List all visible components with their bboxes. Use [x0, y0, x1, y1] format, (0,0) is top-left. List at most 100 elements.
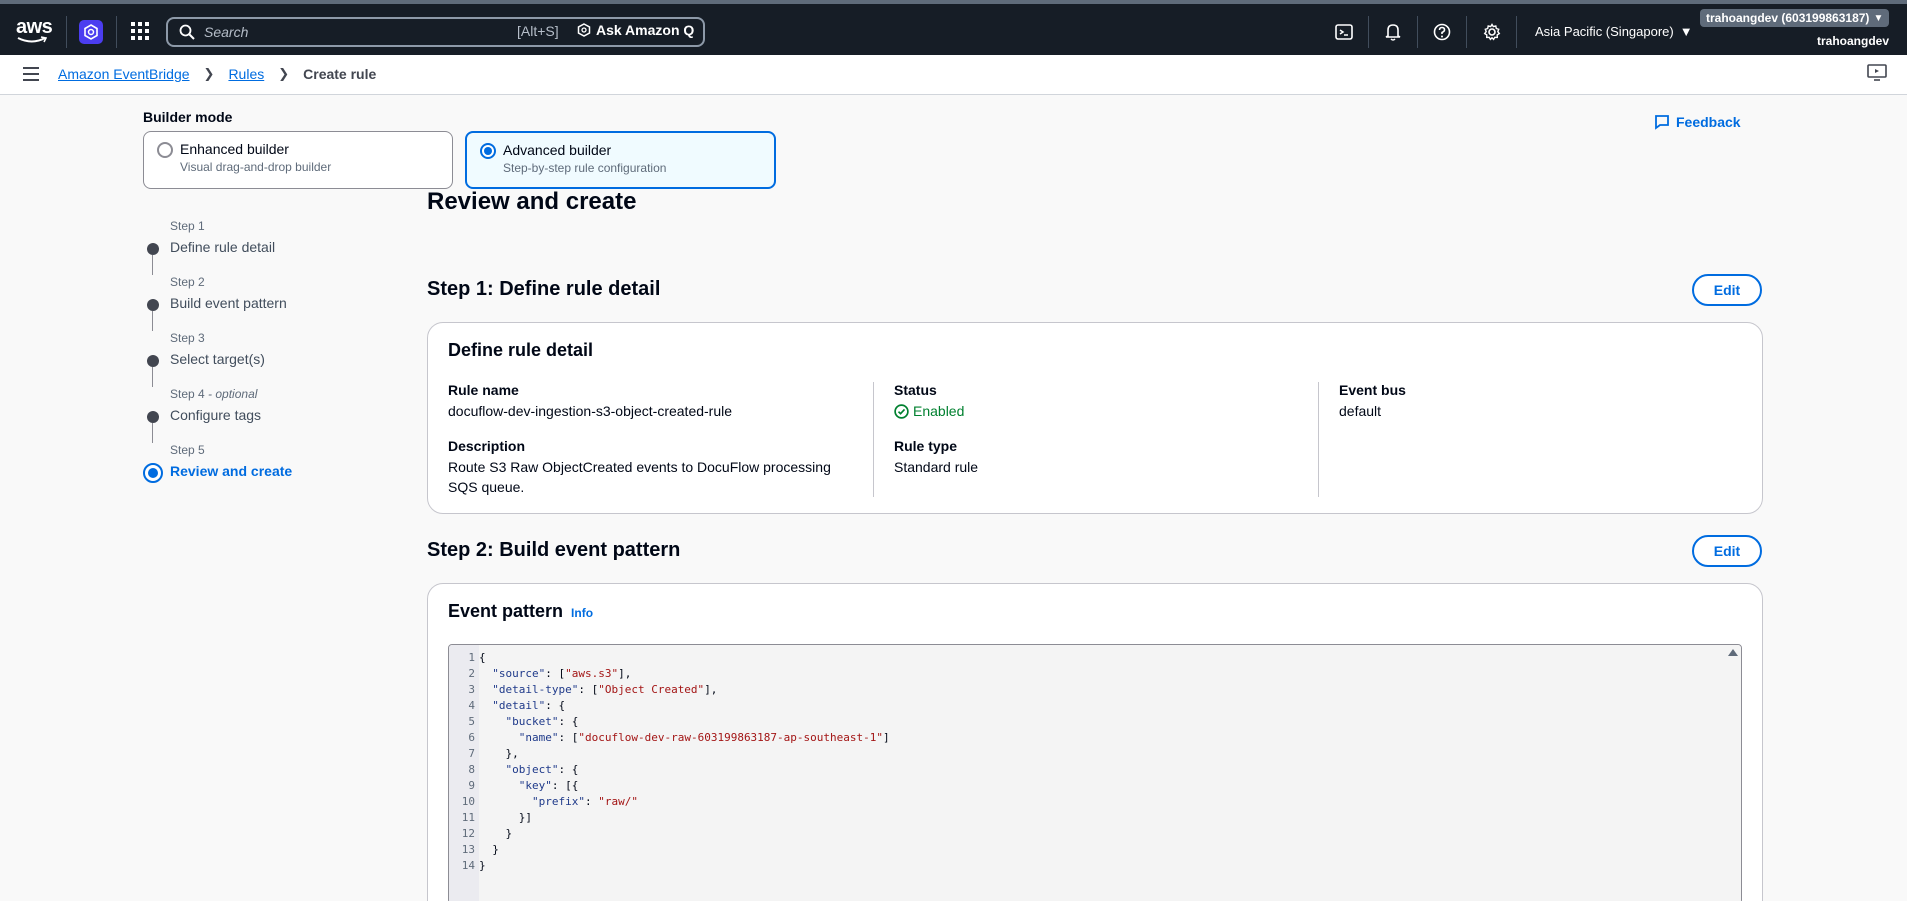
- step2-heading: Step 2: Build event pattern: [427, 539, 681, 561]
- step-connector: [152, 311, 153, 331]
- code-line: 8 "object": {: [449, 762, 890, 778]
- caret-down-icon: ▼: [1873, 12, 1884, 24]
- builder-mode-label: Builder mode: [143, 109, 233, 125]
- rule-detail-column-3: Event bus default: [1318, 382, 1738, 497]
- feedback-link[interactable]: Feedback: [1654, 114, 1741, 130]
- code-text: "detail": {: [492, 699, 566, 712]
- line-number: 14: [461, 859, 475, 872]
- region-selector[interactable]: Asia Pacific (Singapore) ▼: [1535, 24, 1693, 39]
- chevron-right-icon: ❯: [278, 66, 290, 81]
- breadcrumb-current: Create rule: [303, 66, 377, 82]
- code-text: "source": ["aws.s3"],: [492, 667, 632, 680]
- step-name[interactable]: Define rule detail: [170, 239, 275, 255]
- step-number: Step 3: [170, 331, 205, 345]
- aws-logo[interactable]: aws: [16, 16, 53, 44]
- info-link[interactable]: Info: [571, 606, 593, 620]
- step-number: Step 5: [170, 443, 205, 457]
- line-number: 4: [468, 699, 475, 712]
- bell-icon[interactable]: [1383, 22, 1403, 42]
- description-key: Description: [448, 438, 526, 454]
- step-connector: [152, 367, 153, 387]
- event-bus-key: Event bus: [1339, 382, 1406, 398]
- line-number: 1: [468, 651, 475, 664]
- code-text: "detail-type": ["Object Created"],: [492, 683, 718, 696]
- line-number: 11: [461, 811, 475, 824]
- code-text: }]: [479, 811, 532, 824]
- enhanced-builder-subtitle: Visual drag-and-drop builder: [180, 160, 332, 174]
- help-icon[interactable]: [1432, 22, 1452, 42]
- region-label: Asia Pacific (Singapore): [1535, 24, 1674, 39]
- code-line: 1{: [449, 650, 890, 666]
- line-number: 9: [468, 779, 475, 792]
- ask-amazon-q-button[interactable]: Ask Amazon Q: [577, 22, 694, 38]
- advanced-builder-option[interactable]: Advanced builder Step-by-step rule confi…: [465, 131, 776, 189]
- code-line: 6 "name": ["docuflow-dev-raw-60319986318…: [449, 730, 890, 746]
- main-content: Builder mode Enhanced builder Visual dra…: [0, 95, 1907, 901]
- scroll-up-arrow-icon[interactable]: [1728, 649, 1738, 656]
- line-number: 5: [468, 715, 475, 728]
- code-lines: 1{2 "source": ["aws.s3"], 3 "detail-type"…: [449, 650, 890, 874]
- breadcrumb-rules[interactable]: Rules: [228, 66, 264, 82]
- top-navigation-bar: aws [Alt+S] Ask Amazon Q: [0, 0, 1907, 55]
- breadcrumb-bar: Amazon EventBridge ❯ Rules ❯ Create rule: [0, 55, 1907, 95]
- event-pattern-code-editor[interactable]: 1{2 "source": ["aws.s3"], 3 "detail-type"…: [448, 644, 1742, 901]
- code-line: 5 "bucket": {: [449, 714, 890, 730]
- aws-smile-icon: [17, 36, 47, 43]
- event-pattern-container: Event pattern Info 1{2 "source": ["aws.s3…: [427, 583, 1763, 901]
- step-name[interactable]: Build event pattern: [170, 295, 287, 311]
- page-title: Review and create: [427, 188, 637, 215]
- code-line: 3 "detail-type": ["Object Created"],: [449, 682, 890, 698]
- search-bar[interactable]: [Alt+S] Ask Amazon Q: [166, 17, 705, 47]
- code-text: "key": [{: [518, 779, 579, 792]
- edit-step1-button[interactable]: Edit: [1692, 274, 1762, 306]
- divider: [1466, 16, 1467, 48]
- code-line: 2 "source": ["aws.s3"],: [449, 666, 890, 682]
- code-text: "name": ["docuflow-dev-raw-603199863187-…: [518, 731, 890, 744]
- step-connector: [152, 423, 153, 443]
- rule-detail-title: Define rule detail: [448, 340, 594, 360]
- enhanced-builder-option[interactable]: Enhanced builder Visual drag-and-drop bu…: [143, 131, 453, 189]
- code-line: 11 }]: [449, 810, 890, 826]
- advanced-builder-radio[interactable]: [480, 143, 496, 159]
- amazon-q-icon: [577, 23, 591, 37]
- line-number: 3: [468, 683, 475, 696]
- settings-icon[interactable]: [1482, 22, 1502, 42]
- code-text: "bucket": {: [505, 715, 579, 728]
- service-shield-icon[interactable]: [79, 20, 103, 44]
- event-pattern-title: Event pattern: [448, 601, 564, 621]
- rule-name-value: docuflow-dev-ingestion-s3-object-created…: [448, 403, 733, 419]
- code-text: }: [479, 843, 499, 856]
- panel-toggle-icon[interactable]: [1867, 64, 1889, 84]
- editor-scrollbar[interactable]: [1725, 645, 1741, 901]
- status-text: Enabled: [913, 403, 965, 419]
- search-shortcut-hint: [Alt+S]: [517, 23, 559, 39]
- menu-icon[interactable]: [23, 67, 39, 81]
- code-text: "prefix": "raw/": [531, 795, 638, 808]
- rule-type-value: Standard rule: [894, 459, 979, 475]
- advanced-builder-subtitle: Step-by-step rule configuration: [503, 161, 667, 175]
- search-input[interactable]: [204, 22, 484, 42]
- breadcrumb: Amazon EventBridge ❯ Rules ❯ Create rule: [58, 66, 376, 82]
- code-line: 4 "detail": {: [449, 698, 890, 714]
- line-number: 13: [461, 843, 475, 856]
- code-line: 14}: [449, 858, 890, 874]
- account-menu[interactable]: trahoangdev (603199863187) ▼: [1700, 9, 1890, 27]
- code-line: 7 },: [449, 746, 890, 762]
- enhanced-builder-radio[interactable]: [157, 142, 173, 158]
- divider: [66, 16, 67, 48]
- edit-step2-button[interactable]: Edit: [1692, 535, 1762, 567]
- code-line: 13 }: [449, 842, 890, 858]
- step-number: Step 1: [170, 219, 205, 233]
- account-label: trahoangdev (603199863187): [1706, 11, 1870, 25]
- line-number: 6: [468, 731, 475, 744]
- enhanced-builder-title: Enhanced builder: [180, 141, 289, 157]
- step-name[interactable]: Select target(s): [170, 351, 265, 367]
- step-name[interactable]: Configure tags: [170, 407, 261, 423]
- services-grid-icon[interactable]: [131, 22, 151, 42]
- feedback-icon: [1655, 115, 1669, 130]
- step1-heading: Step 1: Define rule detail: [427, 278, 661, 300]
- step-indicator: [147, 299, 159, 311]
- cloudshell-icon[interactable]: [1334, 22, 1354, 42]
- breadcrumb-eventbridge[interactable]: Amazon EventBridge: [58, 66, 190, 82]
- step-indicator-active: [143, 463, 163, 483]
